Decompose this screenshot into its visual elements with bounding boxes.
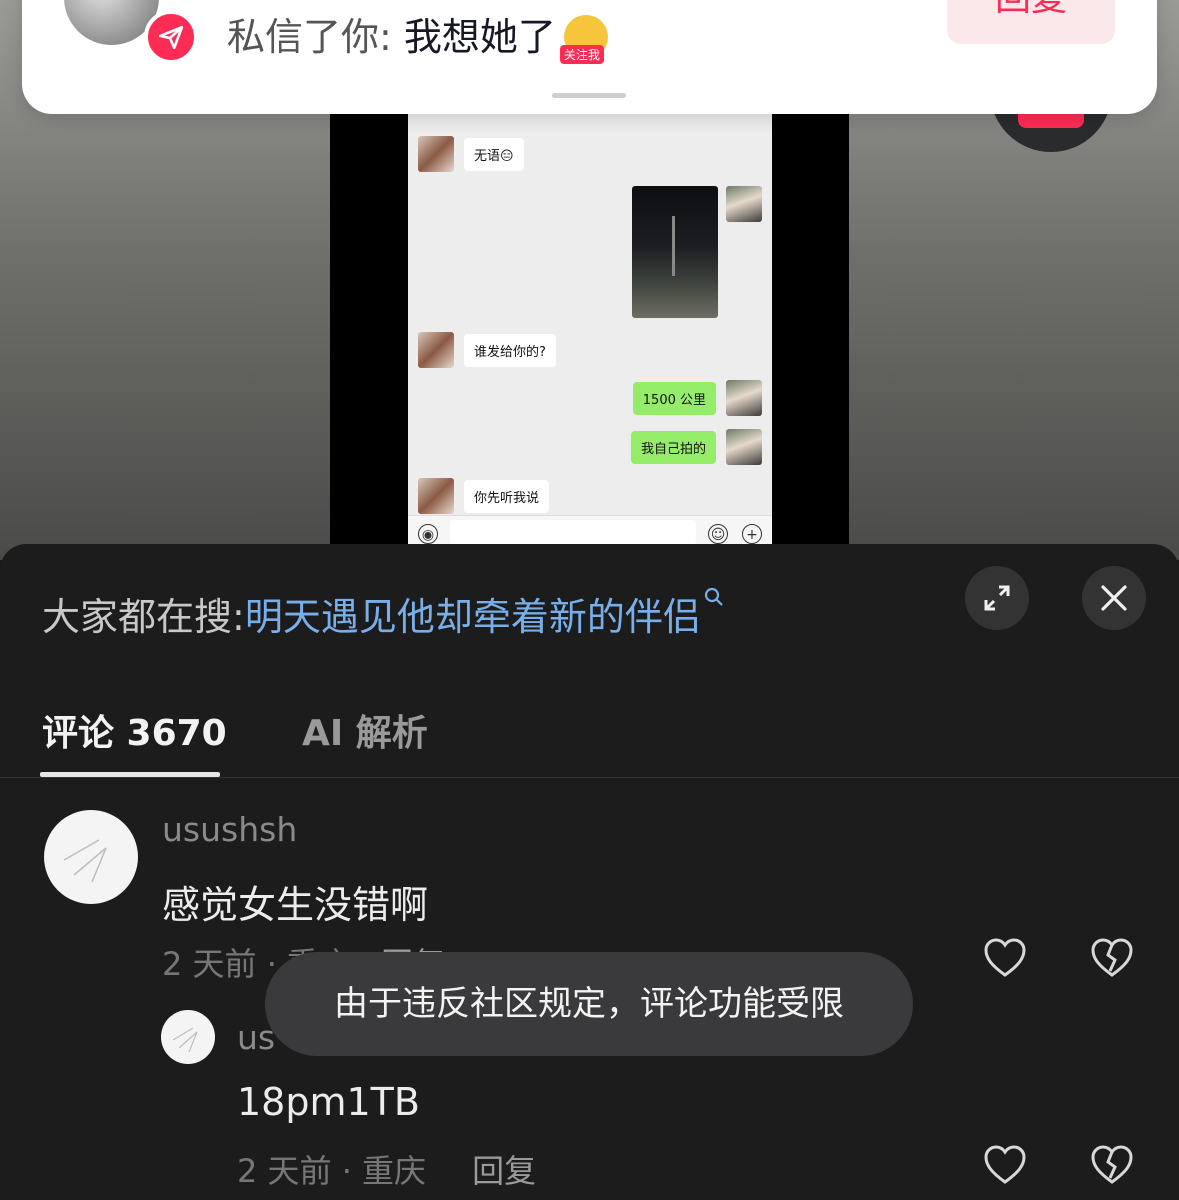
comment-panel: 大家都在搜:明天遇见他却牵着新的伴侣 评论 3670 AI 解析 usushsh… [0, 544, 1179, 1200]
plus-icon: + [742, 524, 762, 544]
chat-input-bar: ◉ ☺ + [408, 515, 772, 545]
expand-button[interactable] [965, 566, 1029, 630]
reply-meta: 2 天前 · 重庆 回复 [237, 1146, 536, 1192]
chat-message: 1500 公里 [632, 380, 762, 416]
expand-icon [984, 585, 1010, 611]
chat-avatar [726, 429, 762, 465]
scribble-avatar-icon [172, 1027, 198, 1053]
voice-icon: ◉ [418, 524, 438, 544]
chat-avatar [418, 332, 454, 368]
paper-plane-icon [158, 25, 184, 50]
chat-photo-message [632, 186, 718, 318]
chat-bubble: 无语😑 [464, 137, 524, 171]
tab-comments[interactable]: 评论 3670 [42, 704, 227, 756]
comment-username[interactable]: usushsh [162, 810, 297, 849]
search-hint-query[interactable]: 明天遇见他却牵着新的伴侣 [245, 595, 701, 639]
chat-avatar [726, 186, 762, 222]
close-icon [1101, 585, 1127, 611]
chat-bubble: 谁发给你的? [464, 333, 556, 367]
close-button[interactable] [1082, 566, 1146, 630]
chat-message: 无语😑 [418, 136, 524, 172]
search-icon [704, 587, 723, 606]
trending-search-hint[interactable]: 大家都在搜:明天遇见他却牵着新的伴侣 [42, 586, 725, 641]
chat-message: 谁发给你的? [418, 332, 556, 368]
notification-drag-handle[interactable] [552, 93, 626, 98]
like-heart-icon[interactable] [983, 1144, 1027, 1186]
chat-avatar [726, 380, 762, 416]
chat-bubble: 你先听我说 [464, 479, 550, 513]
notification-message: 我想她了 [403, 15, 556, 59]
emoji-tag-label: 关注我 [559, 44, 604, 64]
reply-text[interactable]: 18pm1TB [237, 1080, 420, 1124]
search-hint-prefix: 大家都在搜: [42, 595, 245, 639]
dm-notification-banner[interactable]: 私信了你: 我想她了关注我 回复 [22, 0, 1157, 114]
dislike-broken-heart-icon[interactable] [1090, 937, 1134, 979]
chat-message [726, 186, 762, 222]
like-heart-icon[interactable] [983, 937, 1027, 979]
comment-avatar[interactable] [44, 810, 138, 904]
chat-input-field [450, 520, 696, 544]
chat-bubble: 我自己拍的 [630, 430, 716, 464]
reply-reply-button[interactable]: 回复 [472, 1152, 536, 1190]
chat-avatar [418, 136, 454, 172]
follow-me-emoji-sticker: 关注我 [559, 14, 612, 65]
chat-bubble: 1500 公里 [632, 381, 716, 415]
chat-message: 我自己拍的 [630, 429, 762, 465]
notification-prefix: 私信了你: [227, 15, 404, 59]
reply-avatar[interactable] [161, 1010, 215, 1064]
notification-reply-button[interactable]: 回复 [947, 0, 1115, 44]
chat-message: 你先听我说 [418, 478, 550, 514]
notification-text: 私信了你: 我想她了 关注我 [227, 6, 612, 65]
reply-time-location: 2 天前 · 重庆 [237, 1152, 427, 1190]
restriction-toast: 由于违反社区规定，评论功能受限 [265, 952, 913, 1056]
tab-divider [0, 777, 1179, 778]
send-badge-icon [144, 10, 198, 64]
emoji-icon: ☺ [708, 524, 728, 544]
scribble-avatar-icon [63, 839, 107, 883]
tab-ai-analysis[interactable]: AI 解析 [302, 704, 428, 756]
comment-text[interactable]: 感觉女生没错啊 [162, 874, 428, 929]
video-chat-screenshot: 无语😑 谁发给你的? 1500 公里 我自己拍的 你先听我说 ◉ ☺ + [408, 100, 772, 545]
chat-avatar [418, 478, 454, 514]
dislike-broken-heart-icon[interactable] [1090, 1144, 1134, 1186]
